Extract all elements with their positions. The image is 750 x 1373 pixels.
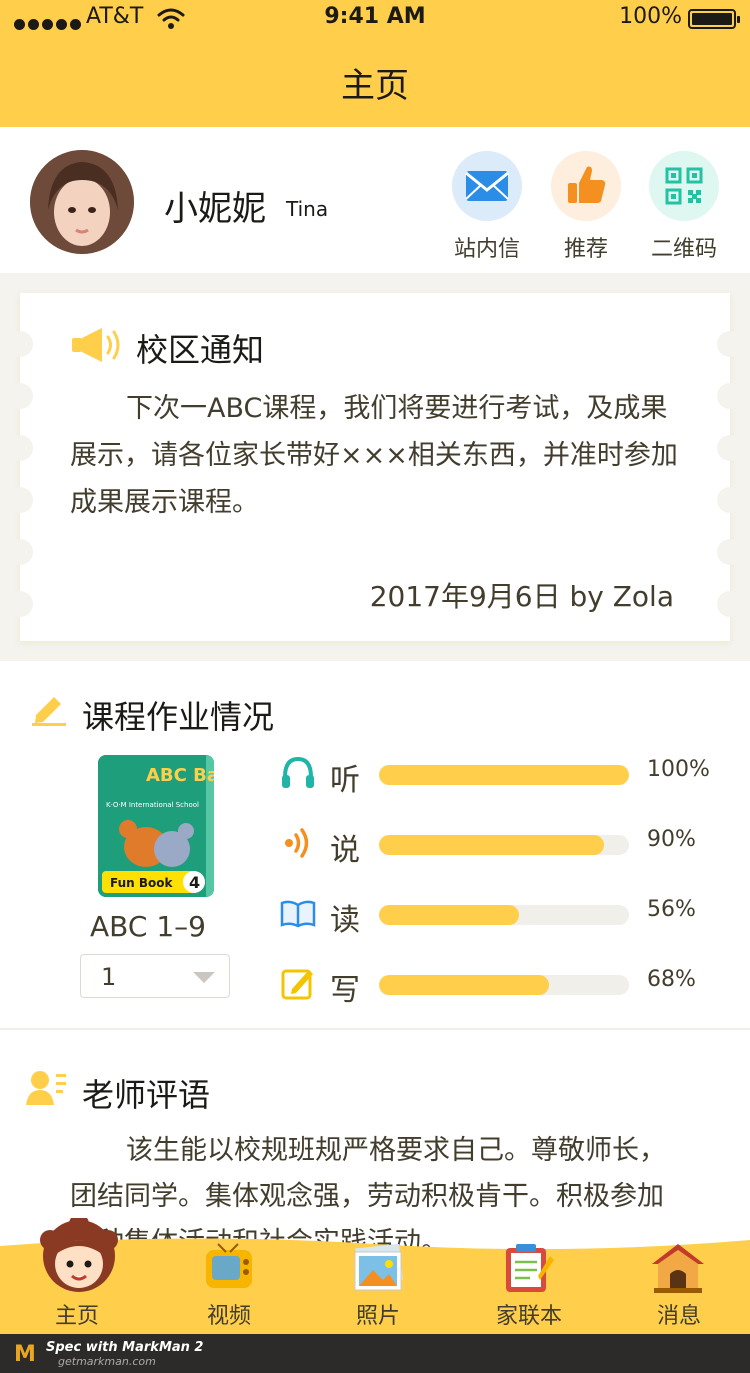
book-name: ABC 1–9 (90, 910, 206, 943)
progress-bar (379, 765, 629, 785)
profile-card: 小妮妮 Tina 站内信 推荐 二维码 (0, 127, 750, 273)
chevron-down-icon (193, 972, 215, 983)
teacher-icon (26, 1071, 66, 1105)
writing-icon (281, 969, 313, 1000)
footer-brand: Spec with MarkMan 2 (46, 1340, 204, 1355)
skill-percent: 100% (647, 757, 710, 782)
skill-row-speaking: 说 90% (280, 825, 720, 868)
book-cover[interactable]: ABC Bakery K·O·M International School Fu… (98, 755, 214, 897)
book-cover-badge: Fun Book (110, 876, 173, 890)
progress-bar (379, 905, 629, 925)
markman-footer: M Spec with MarkMan 2 getmarkman.com (0, 1334, 750, 1373)
book-cover-school: K·O·M International School (106, 801, 199, 809)
tab-label: 主页 (54, 1304, 99, 1329)
pencil-icon (32, 697, 66, 726)
skill-row-reading: 读 56% (280, 895, 720, 938)
tab-messages[interactable]: 消息 (624, 1236, 734, 1334)
thumbs-up-icon (551, 151, 621, 221)
skill-row-writing: 写 68% (280, 965, 720, 1008)
battery-percent: 100% (619, 4, 682, 29)
speaking-icon (285, 828, 309, 858)
open-book-icon (280, 900, 316, 928)
tab-home[interactable]: 主页 (22, 1218, 132, 1334)
tv-icon (206, 1243, 252, 1288)
notice-section: 校区通知 下次一ABC课程，我们将要进行考试，及成果展示，请各位家长带好×××相… (0, 273, 750, 661)
notice-title: 校区通知 (136, 331, 265, 369)
qr-code-label: 二维码 (650, 237, 717, 262)
tab-label: 照片 (355, 1304, 400, 1329)
headphones-icon (282, 756, 314, 788)
user-name: 小妮妮 (164, 189, 266, 229)
skill-label: 说 (330, 833, 360, 868)
skill-label: 读 (330, 903, 360, 938)
skill-row-listening: 听 100% (280, 755, 720, 798)
book-cover-title: ABC Bakery (146, 765, 214, 786)
comment-title: 老师评语 (82, 1076, 211, 1114)
tab-label: 消息 (656, 1304, 701, 1329)
progress-bar (379, 835, 629, 855)
notice-card: 校区通知 下次一ABC课程，我们将要进行考试，及成果展示，请各位家长带好×××相… (7, 293, 743, 641)
tab-bar: 主页 视频 照片 家联本 消息 (0, 1218, 750, 1334)
status-bar: AT&T 9:41 AM 100% (0, 0, 750, 36)
qr-code-icon (649, 151, 719, 221)
homework-title: 课程作业情况 (82, 698, 275, 736)
footer-url: getmarkman.com (58, 1355, 156, 1368)
notebook-icon (506, 1244, 554, 1292)
skill-label: 写 (330, 973, 360, 1008)
skill-label: 听 (330, 763, 360, 798)
skill-percent: 56% (647, 897, 696, 922)
tab-label: 家联本 (495, 1304, 562, 1329)
skill-percent: 68% (647, 967, 696, 992)
skill-percent: 90% (647, 827, 696, 852)
megaphone-icon (72, 328, 120, 362)
tab-video[interactable]: 视频 (174, 1236, 284, 1334)
home-avatar-icon (40, 1218, 118, 1292)
lesson-select-value: 1 (101, 963, 117, 991)
photo-icon (354, 1244, 403, 1291)
tab-photos[interactable]: 照片 (323, 1236, 433, 1334)
tab-notebook[interactable]: 家联本 (474, 1236, 584, 1334)
page-title: 主页 (341, 66, 409, 106)
markman-logo-icon: M (14, 1342, 36, 1367)
progress-bar (379, 975, 629, 995)
qr-code-button[interactable]: 二维码 (624, 151, 744, 263)
doghouse-icon (652, 1244, 704, 1293)
mail-icon (452, 151, 522, 221)
notice-date: 2017年9月6日 by Zola (369, 580, 674, 613)
divider (0, 1028, 750, 1030)
book-cover-number: 4 (189, 873, 200, 892)
header-bar: AT&T 9:41 AM 100% 主页 (0, 0, 750, 127)
notice-body: 下次一ABC课程，我们将要进行考试，及成果展示，请各位家长带好×××相关东西，并… (70, 393, 678, 518)
lesson-select[interactable]: 1 (80, 954, 230, 998)
user-name-en: Tina (286, 197, 329, 221)
battery-icon (688, 9, 740, 29)
avatar[interactable] (30, 150, 134, 254)
avatar-photo (30, 150, 134, 254)
tab-label: 视频 (206, 1304, 251, 1329)
